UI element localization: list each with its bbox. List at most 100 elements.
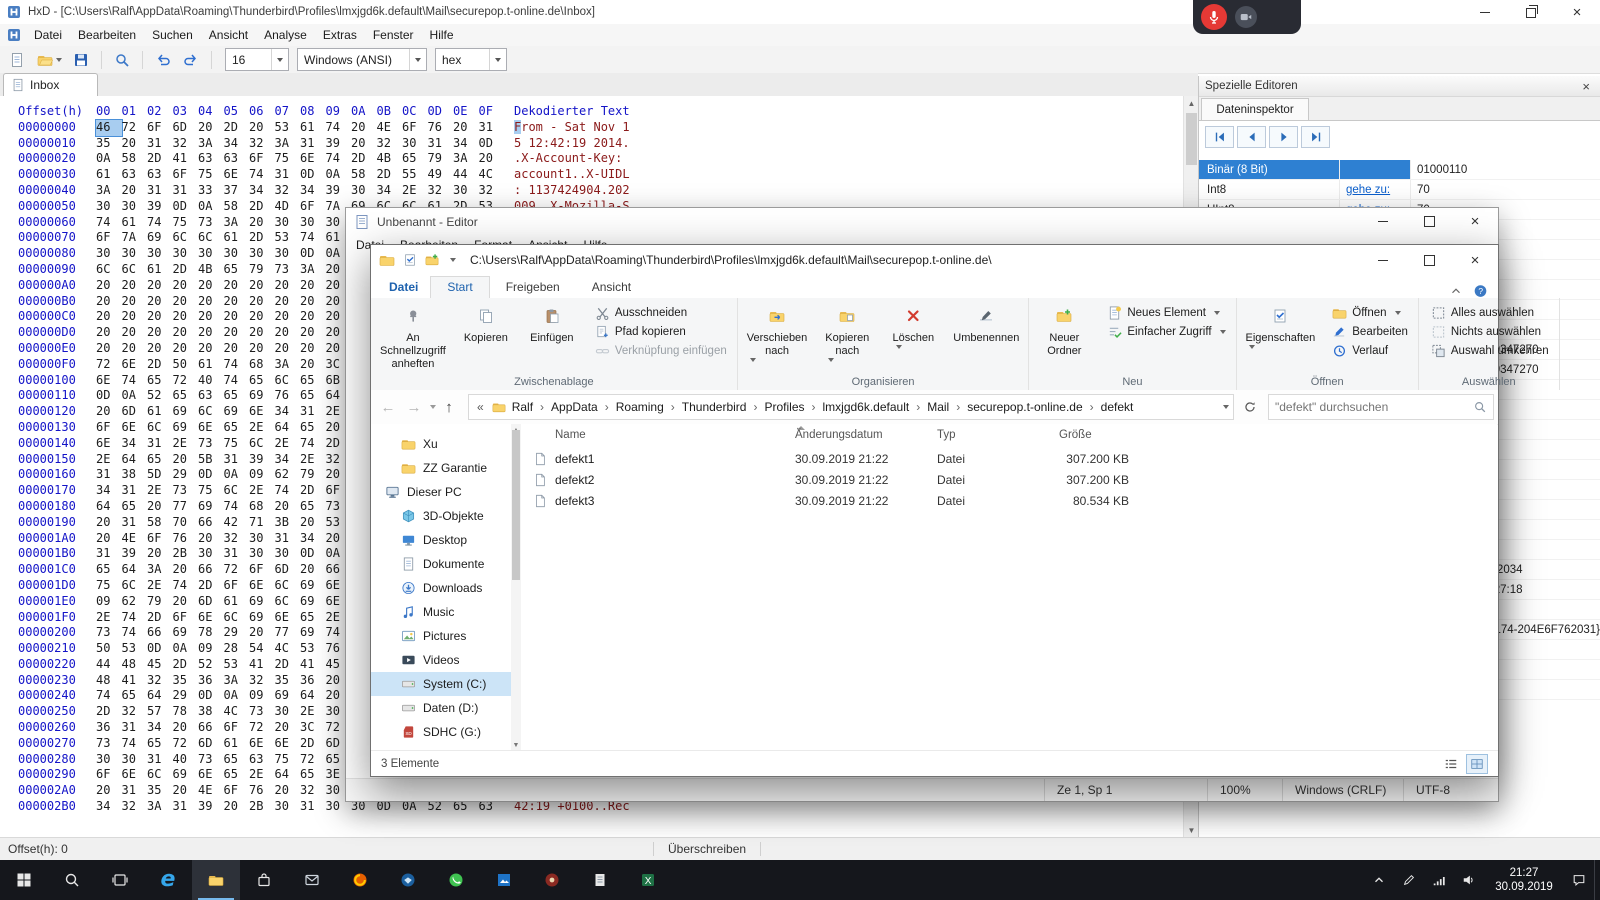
taskbar-firefox[interactable]: [336, 860, 384, 900]
neuer-ordner-button[interactable]: NeuerOrdner: [1031, 300, 1097, 372]
breadcrumb-item-mail[interactable]: Mail: [925, 400, 951, 414]
tab-inbox[interactable]: Inbox: [3, 73, 98, 96]
encoding-combo[interactable]: Windows (ANSI): [297, 48, 427, 71]
l-schen-button[interactable]: Löschen: [880, 300, 946, 372]
panel-close-icon[interactable]: ×: [1578, 79, 1594, 94]
sidebar-item-music[interactable]: Music: [371, 600, 511, 624]
sidebar-item-dokumente[interactable]: Dokumente: [371, 552, 511, 576]
network-icon[interactable]: [1424, 860, 1454, 900]
pen-icon[interactable]: [1394, 860, 1424, 900]
search-button[interactable]: [109, 48, 135, 71]
verkn-pfung-einf-gen-button[interactable]: Verknüpfung einfügen: [589, 342, 733, 359]
hex-row-00000030[interactable]: 000000306163636F756E74310D0A582D5549444C…: [0, 167, 1183, 183]
neues-element-button[interactable]: Neues Element: [1101, 304, 1231, 321]
taskbar-edge[interactable]: e: [144, 860, 192, 900]
task-view-button[interactable]: [96, 860, 144, 900]
microphone-button[interactable]: [1201, 4, 1227, 30]
kopieren-button[interactable]: Kopieren: [453, 300, 519, 372]
search-input[interactable]: "defekt" durchsuchen: [1268, 394, 1494, 420]
ribbon-tab-freigeben[interactable]: Freigeben: [490, 277, 576, 298]
hex-row-00000040[interactable]: 000000403A20313133373432343930342E323032…: [0, 183, 1183, 199]
sidebar-item-xu[interactable]: Xu: [371, 432, 511, 456]
forward-icon[interactable]: →: [401, 394, 427, 420]
address-caret-icon[interactable]: [1223, 405, 1229, 409]
hxd-menu-datei[interactable]: Datei: [26, 28, 70, 42]
tray-chevron-icon[interactable]: [1364, 860, 1394, 900]
taskbar-excel[interactable]: X: [624, 860, 672, 900]
column-name[interactable]: Name: [555, 429, 586, 441]
notepad-minimize-button[interactable]: [1360, 208, 1406, 235]
explorer-minimize-button[interactable]: [1360, 245, 1406, 275]
explorer-maximize-button[interactable]: [1406, 245, 1452, 275]
auswahl-umkehren-button[interactable]: Auswahl umkehren: [1425, 342, 1555, 359]
up-icon[interactable]: ↑: [436, 394, 462, 420]
hxd-menu-extras[interactable]: Extras: [315, 28, 365, 42]
sidebar-item-3d-objekte[interactable]: 3D-Objekte: [371, 504, 511, 528]
scroll-thumb[interactable]: [1186, 113, 1197, 165]
breadcrumb-overflow-icon[interactable]: «: [473, 400, 488, 414]
ausschneiden-button[interactable]: Ausschneiden: [589, 304, 733, 321]
taskbar-whatsapp[interactable]: [432, 860, 480, 900]
next-byte-button[interactable]: [1269, 126, 1298, 148]
pfad-kopieren-button[interactable]: Pfad kopieren: [589, 323, 733, 340]
sidebar-item-videos[interactable]: Videos: [371, 648, 511, 672]
new-file-button[interactable]: [4, 48, 30, 71]
notepad-close-button[interactable]: ×: [1452, 208, 1498, 235]
save-button[interactable]: [68, 48, 94, 71]
eigenschaften-button[interactable]: Eigenschaften: [1239, 300, 1323, 372]
hxd-menu-fenster[interactable]: Fenster: [365, 28, 422, 42]
nichts-ausw-hlen-button[interactable]: Nichts auswählen: [1425, 323, 1555, 340]
breadcrumb-item-defekt[interactable]: defekt: [1099, 400, 1136, 414]
sidebar-scrollbar[interactable]: ▲ ▼: [511, 424, 521, 751]
quick-properties-icon[interactable]: [403, 253, 417, 267]
scroll-up-icon[interactable]: ▲: [1184, 96, 1199, 111]
kopieren-nach-button[interactable]: Kopierennach: [814, 300, 880, 372]
last-byte-button[interactable]: [1301, 126, 1330, 148]
hex-row-00000020[interactable]: 000000200A582D4163636F756E742D4B65793A20…: [0, 151, 1183, 167]
first-byte-button[interactable]: [1205, 126, 1234, 148]
breadcrumb-item-securepop-t-online-de[interactable]: securepop.t-online.de: [965, 400, 1084, 414]
sidebar-item-system-c[interactable]: System (C:): [371, 672, 511, 696]
refresh-button[interactable]: [1238, 395, 1262, 419]
taskbar-media-player[interactable]: [528, 860, 576, 900]
breadcrumb[interactable]: «Ralf›AppData›Roaming›Thunderbird›Profil…: [468, 394, 1234, 420]
hxd-menu-hilfe[interactable]: Hilfe: [422, 28, 462, 42]
alles-ausw-hlen-button[interactable]: Alles auswählen: [1425, 304, 1555, 321]
start-button[interactable]: [0, 860, 48, 900]
quick-access-caret-icon[interactable]: [450, 258, 456, 262]
open-file-button[interactable]: [32, 48, 66, 71]
breadcrumb-item-thunderbird[interactable]: Thunderbird: [680, 400, 749, 414]
hxd-menu-suchen[interactable]: Suchen: [144, 28, 201, 42]
hxd-close-button[interactable]: ×: [1554, 0, 1600, 24]
action-center-button[interactable]: [1564, 860, 1594, 900]
thumbnail-view-button[interactable]: [1466, 754, 1488, 774]
clock[interactable]: 21:27 30.09.2019: [1484, 866, 1564, 894]
scroll-down-icon[interactable]: ▼: [1184, 823, 1199, 838]
taskbar-photos[interactable]: [480, 860, 528, 900]
hex-row-00000010[interactable]: 00000010352031323A34323A313920323031340D…: [0, 136, 1183, 152]
sidebar-item-desktop[interactable]: Desktop: [371, 528, 511, 552]
ribbon-tab-datei[interactable]: Datei: [377, 277, 430, 298]
help-icon[interactable]: ?: [1473, 283, 1488, 298]
hxd-menu-ansicht[interactable]: Ansicht: [201, 28, 256, 42]
an-schnellzugriff-anheften-button[interactable]: An Schnellzugriffanheften: [373, 300, 453, 372]
sidebar-item-pictures[interactable]: Pictures: [371, 624, 511, 648]
breadcrumb-item-lmxjgd6k-default[interactable]: lmxjgd6k.default: [821, 400, 912, 414]
volume-icon[interactable]: [1454, 860, 1484, 900]
taskbar-notepad[interactable]: [576, 860, 624, 900]
goto-link[interactable]: gehe zu:: [1346, 184, 1390, 196]
umbenennen-button[interactable]: Umbenennen: [946, 300, 1026, 372]
explorer-close-button[interactable]: ×: [1452, 245, 1498, 275]
inspector-row-int8[interactable]: Int8gehe zu:70: [1199, 180, 1600, 200]
file-row-defekt2[interactable]: defekt230.09.2019 21:22Datei307.200 KB: [521, 469, 1497, 490]
breadcrumb-item-roaming[interactable]: Roaming: [614, 400, 666, 414]
show-desktop-button[interactable]: [1594, 860, 1600, 900]
file-row-defekt3[interactable]: defekt330.09.2019 21:22Datei80.534 KB: [521, 490, 1497, 511]
hex-row-00000000[interactable]: 0000000046726F6D202D20536174204E6F762031…: [0, 120, 1183, 136]
column-type[interactable]: Typ: [937, 429, 956, 441]
sidebar-item-daten-d[interactable]: Daten (D:): [371, 696, 511, 720]
ribbon-tab-ansicht[interactable]: Ansicht: [576, 277, 647, 298]
column-size[interactable]: Größe: [1059, 429, 1092, 441]
prev-byte-button[interactable]: [1237, 126, 1266, 148]
breadcrumb-item-profiles[interactable]: Profiles: [762, 400, 806, 414]
